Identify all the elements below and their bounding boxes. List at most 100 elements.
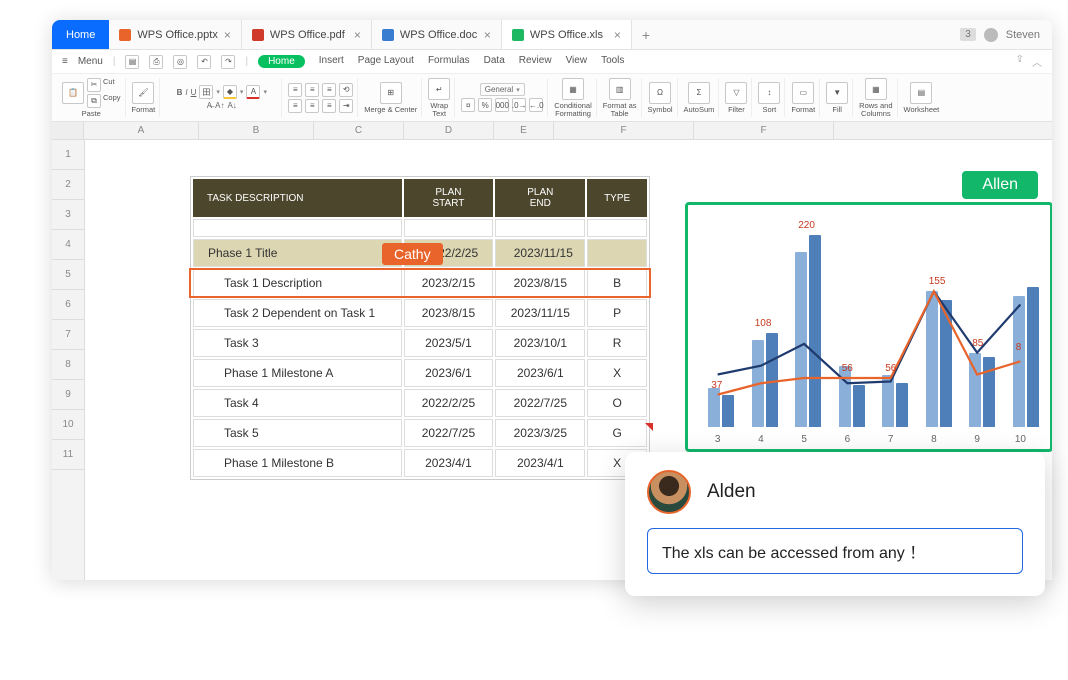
- notification-badge[interactable]: 3: [960, 28, 976, 41]
- ribbon-tab[interactable]: Page Layout: [358, 55, 414, 68]
- hamburger-icon[interactable]: ≡: [62, 56, 68, 67]
- table-cell[interactable]: 2023/4/1: [495, 449, 585, 477]
- table-cell[interactable]: B: [587, 269, 647, 297]
- column-header[interactable]: F: [554, 122, 694, 139]
- table-row[interactable]: Phase 1 Milestone A2023/6/12023/6/1X: [193, 359, 647, 387]
- autosum-label[interactable]: AutoSum: [684, 106, 715, 114]
- table-row[interactable]: Phase 1 Milestone B2023/4/12023/4/1X: [193, 449, 647, 477]
- strike-button[interactable]: A̶: [207, 101, 212, 110]
- comment-indicator-icon[interactable]: [645, 423, 653, 431]
- dec-inc-icon[interactable]: .0→: [512, 98, 526, 112]
- row-header[interactable]: 3: [52, 200, 84, 230]
- table-cell[interactable]: 2022/2/25: [404, 389, 494, 417]
- percent-icon[interactable]: %: [478, 98, 492, 112]
- close-tab-icon[interactable]: ×: [354, 28, 361, 42]
- format-painter-icon[interactable]: 🖌: [132, 82, 154, 104]
- rowscols-icon[interactable]: ▦: [865, 78, 887, 100]
- bold-button[interactable]: B: [177, 88, 183, 97]
- table-cell[interactable]: 2023/3/25: [495, 419, 585, 447]
- table-cell[interactable]: 2023/11/15: [495, 299, 585, 327]
- close-tab-icon[interactable]: ×: [224, 28, 231, 42]
- worksheet-icon[interactable]: ▤: [910, 82, 932, 104]
- select-all-corner[interactable]: [52, 122, 84, 140]
- ribbon-tab[interactable]: View: [566, 55, 588, 68]
- table-cell[interactable]: 2023/11/15: [495, 239, 585, 267]
- table-cell[interactable]: Phase 1 Title: [193, 239, 402, 267]
- table-cell[interactable]: Task 2 Dependent on Task 1: [193, 299, 402, 327]
- fill-color-button[interactable]: ◆: [223, 85, 237, 99]
- merge-label[interactable]: Merge & Center: [364, 106, 417, 114]
- fill-icon[interactable]: ▼: [826, 82, 848, 104]
- close-tab-icon[interactable]: ×: [484, 28, 491, 42]
- row-header[interactable]: 8: [52, 350, 84, 380]
- ribbon-tab[interactable]: Review: [519, 55, 552, 68]
- copy-icon[interactable]: ⧉: [87, 94, 101, 108]
- home-button[interactable]: Home: [52, 20, 109, 49]
- align-right-icon[interactable]: ≡: [322, 99, 336, 113]
- paste-icon[interactable]: 📋: [62, 82, 84, 104]
- format-table-icon[interactable]: ▥: [609, 78, 631, 100]
- cut-button[interactable]: Cut: [103, 78, 115, 92]
- row-header[interactable]: 5: [52, 260, 84, 290]
- print-icon[interactable]: ⎙: [149, 55, 163, 69]
- symbol-icon[interactable]: Ω: [649, 82, 671, 104]
- align-middle-icon[interactable]: ≡: [305, 83, 319, 97]
- table-cell[interactable]: Task 3: [193, 329, 402, 357]
- column-headers[interactable]: ABCDEFF: [84, 122, 1052, 140]
- font-color-button[interactable]: A: [246, 85, 260, 99]
- preview-icon[interactable]: ◎: [173, 55, 187, 69]
- file-tab[interactable]: WPS Office.doc×: [372, 20, 502, 49]
- row-header[interactable]: 7: [52, 320, 84, 350]
- number-format-select[interactable]: General: [485, 85, 513, 94]
- border-button[interactable]: 田: [199, 85, 213, 99]
- table-cell[interactable]: [587, 239, 647, 267]
- table-cell[interactable]: 2023/5/1: [404, 329, 494, 357]
- sort-icon[interactable]: ↕: [758, 82, 780, 104]
- row-header[interactable]: 9: [52, 380, 84, 410]
- align-bottom-icon[interactable]: ≡: [322, 83, 336, 97]
- font-size-up-button[interactable]: A↑: [215, 101, 224, 110]
- task-table[interactable]: TASK DESCRIPTIONPLAN STARTPLAN ENDTYPE P…: [190, 176, 650, 480]
- fill-label[interactable]: Fill: [832, 106, 842, 114]
- italic-button[interactable]: I: [185, 88, 187, 97]
- autosum-icon[interactable]: Σ: [688, 82, 710, 104]
- copy-button[interactable]: Copy: [103, 94, 121, 108]
- comment-text-input[interactable]: The xls can be accessed from any ！: [647, 528, 1023, 574]
- symbol-label[interactable]: Symbol: [648, 106, 673, 114]
- table-row[interactable]: Task 32023/5/12023/10/1R: [193, 329, 647, 357]
- worksheet-label[interactable]: Worksheet: [904, 106, 940, 114]
- cond-format-icon[interactable]: ▦: [562, 78, 584, 100]
- table-cell[interactable]: Task 1 Description: [193, 269, 402, 297]
- sort-label[interactable]: Sort: [763, 106, 777, 114]
- row-header[interactable]: 11: [52, 440, 84, 470]
- indent-icon[interactable]: ⇥: [339, 99, 353, 113]
- wrap-label[interactable]: Wrap Text: [430, 102, 448, 117]
- table-cell[interactable]: 2023/6/1: [404, 359, 494, 387]
- row-header[interactable]: 2: [52, 170, 84, 200]
- close-tab-icon[interactable]: ×: [614, 28, 621, 42]
- table-cell[interactable]: 2023/10/1: [495, 329, 585, 357]
- user-avatar-icon[interactable]: [984, 28, 998, 42]
- table-cell[interactable]: G: [587, 419, 647, 447]
- row-headers[interactable]: 1234567891011: [52, 140, 85, 580]
- file-tab[interactable]: WPS Office.pdf×: [242, 20, 372, 49]
- table-header[interactable]: PLAN END: [495, 179, 585, 217]
- ribbon-tab[interactable]: Insert: [319, 55, 344, 68]
- table-header[interactable]: TYPE: [587, 179, 647, 217]
- merge-icon[interactable]: ⊞: [380, 82, 402, 104]
- row-header[interactable]: 6: [52, 290, 84, 320]
- font-size-down-button[interactable]: A↓: [227, 101, 236, 110]
- redo-icon[interactable]: ↷: [221, 55, 235, 69]
- table-row[interactable]: Task 52022/7/252023/3/25G: [193, 419, 647, 447]
- format-table-label[interactable]: Format as Table: [603, 102, 637, 117]
- filter-icon[interactable]: ▽: [725, 82, 747, 104]
- ribbon-tab[interactable]: Home: [258, 55, 305, 68]
- table-header[interactable]: TASK DESCRIPTION: [193, 179, 402, 217]
- save-icon[interactable]: ▤: [125, 55, 139, 69]
- column-header[interactable]: B: [199, 122, 314, 139]
- cond-format-label[interactable]: Conditional Formatting: [554, 102, 592, 117]
- column-header[interactable]: F: [694, 122, 834, 139]
- column-header[interactable]: E: [494, 122, 554, 139]
- ribbon-tab[interactable]: Data: [484, 55, 505, 68]
- table-cell[interactable]: Phase 1 Milestone B: [193, 449, 402, 477]
